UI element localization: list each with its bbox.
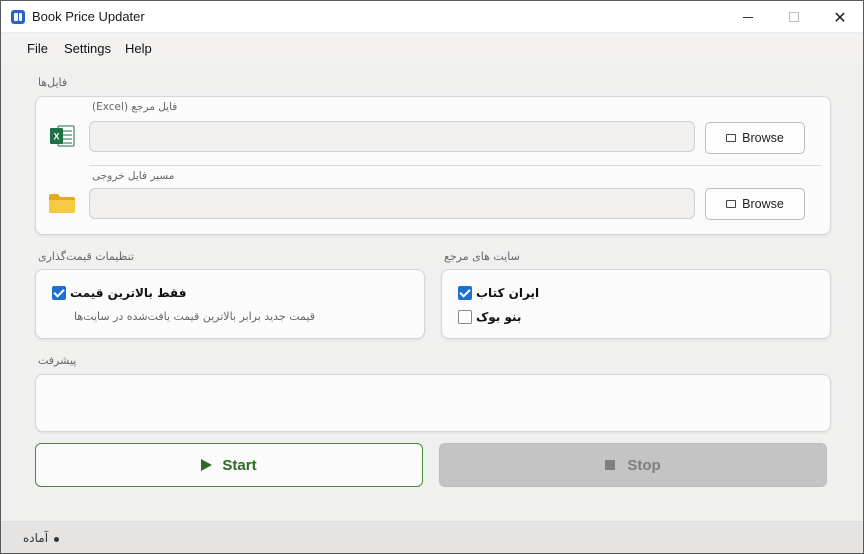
excel-icon: X bbox=[50, 125, 75, 147]
progress-section-label: پیشرفت bbox=[38, 354, 77, 367]
status-indicator-icon bbox=[54, 537, 59, 542]
output-browse-label: Browse bbox=[742, 197, 784, 211]
folder-open-icon bbox=[726, 200, 737, 208]
sites-panel: ایران کتاب بنو بوک bbox=[441, 269, 831, 339]
svg-text:X: X bbox=[53, 132, 59, 142]
site-irankatab-label[interactable]: ایران کتاب bbox=[476, 286, 539, 300]
pricing-section-label: تنظیمات قیمت‌گذاری bbox=[38, 250, 135, 263]
sites-section-label: سایت های مرجع bbox=[444, 250, 520, 263]
minimize-icon bbox=[743, 16, 753, 18]
highest-price-label[interactable]: فقط بالاترین قیمت bbox=[70, 286, 186, 300]
maximize-button[interactable] bbox=[771, 1, 817, 33]
title-bar: Book Price Updater ✕ bbox=[1, 1, 863, 33]
reference-file-label: فایل مرجع (Excel) bbox=[92, 101, 178, 113]
menu-file[interactable]: File bbox=[27, 41, 48, 56]
play-icon bbox=[201, 459, 213, 471]
menu-bar: File Settings Help bbox=[1, 34, 863, 62]
reference-browse-button[interactable]: Browse bbox=[705, 122, 805, 154]
pricing-panel: فقط بالاترین قیمت قیمت جدید برابر بالاتر… bbox=[35, 269, 425, 339]
menu-settings[interactable]: Settings bbox=[64, 41, 111, 56]
app-window: Book Price Updater ✕ File Settings Help … bbox=[0, 0, 864, 554]
files-divider bbox=[89, 165, 821, 166]
stop-icon bbox=[605, 460, 616, 470]
app-logo-icon bbox=[11, 10, 25, 24]
site-irankatab-checkbox[interactable] bbox=[458, 286, 472, 300]
minimize-button[interactable] bbox=[725, 1, 771, 33]
output-path-input[interactable] bbox=[89, 188, 695, 219]
folder-icon bbox=[49, 194, 75, 213]
progress-panel bbox=[35, 374, 831, 432]
close-button[interactable]: ✕ bbox=[817, 1, 863, 33]
folder-open-icon bbox=[726, 134, 737, 142]
maximize-icon bbox=[789, 12, 799, 22]
output-browse-button[interactable]: Browse bbox=[705, 188, 805, 220]
highest-price-hint: قیمت جدید برابر بالاترین قیمت یافت‌شده د… bbox=[74, 310, 315, 323]
window-title: Book Price Updater bbox=[32, 9, 145, 24]
close-icon: ✕ bbox=[833, 7, 847, 27]
files-section-label: فایل‌ها bbox=[38, 76, 68, 89]
site-banobook-label[interactable]: بنو بوک bbox=[476, 310, 521, 324]
files-panel: X فایل مرجع (Excel) Browse مسیر فایل خرو… bbox=[35, 96, 831, 235]
start-label: Start bbox=[222, 456, 257, 474]
site-banobook-checkbox[interactable] bbox=[458, 310, 472, 324]
reference-file-input[interactable] bbox=[89, 121, 695, 152]
start-button[interactable]: Start bbox=[35, 443, 423, 487]
status-bar: آماده bbox=[1, 521, 863, 553]
stop-button[interactable]: Stop bbox=[439, 443, 827, 487]
menu-help[interactable]: Help bbox=[125, 41, 152, 56]
reference-browse-label: Browse bbox=[742, 131, 784, 145]
highest-price-checkbox[interactable] bbox=[52, 286, 66, 300]
output-path-label: مسیر فایل خروجی bbox=[92, 170, 175, 182]
stop-label: Stop bbox=[627, 456, 661, 474]
status-text: آماده bbox=[23, 531, 49, 545]
